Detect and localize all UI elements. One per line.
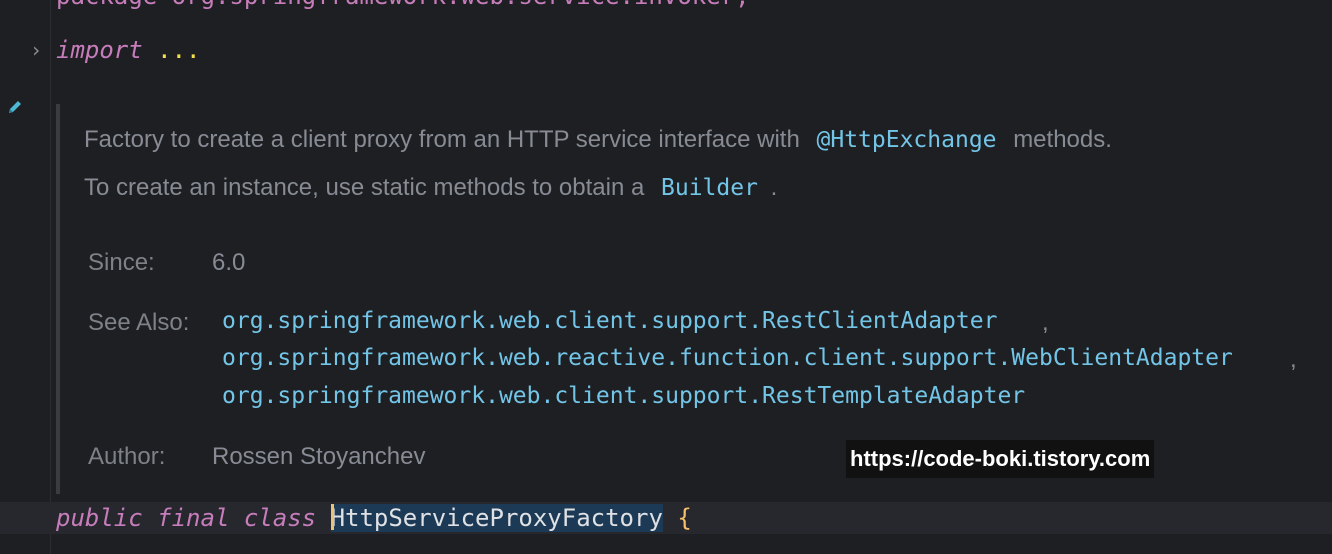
author-label: Author: — [88, 443, 166, 470]
doc-summary-line-1: Factory to create a client proxy from an… — [84, 126, 1112, 154]
see-also-label: See Also: — [88, 309, 190, 336]
doc-summary-line-2: To create an instance, use static method… — [84, 174, 777, 202]
text-cursor — [330, 504, 334, 530]
doc-text-segment: methods. — [1013, 126, 1112, 153]
httpexchange-link[interactable]: @HttpExchange — [817, 127, 997, 153]
fold-toggle-icon[interactable]: › — [26, 38, 46, 62]
pencil-icon[interactable] — [6, 98, 24, 116]
doc-text-segment: To create an instance, use static method… — [84, 174, 645, 201]
javadoc-rendered-block — [56, 104, 1332, 494]
builder-link[interactable]: Builder — [661, 175, 758, 201]
import-statement[interactable]: import ... — [56, 36, 201, 64]
folded-imports[interactable]: ... — [157, 36, 200, 64]
see-also-link-webclient-adapter[interactable]: org.springframework.web.reactive.functio… — [222, 345, 1233, 371]
editor-gutter-divider — [50, 0, 51, 554]
see-also-separator: , — [1042, 309, 1049, 336]
class-name[interactable]: HttpServiceProxyFactory — [330, 504, 663, 532]
open-brace: { — [677, 504, 692, 532]
since-value: 6.0 — [212, 249, 246, 276]
import-keyword: import — [56, 36, 143, 64]
see-also-separator: , — [1290, 346, 1297, 373]
class-keyword: class — [243, 504, 317, 532]
see-also-link-rest-template-adapter[interactable]: org.springframework.web.client.support.R… — [222, 383, 1025, 409]
author-value: Rossen Stoyanchev — [212, 443, 426, 470]
doc-text-segment: Factory to create a client proxy from an… — [84, 126, 800, 153]
watermark-url: https://code-boki.tistory.com — [846, 440, 1155, 478]
since-label: Since: — [88, 249, 155, 276]
public-keyword: public — [56, 504, 143, 532]
doc-text-segment: . — [770, 174, 778, 201]
see-also-link-rest-client-adapter[interactable]: org.springframework.web.client.support.R… — [222, 308, 997, 334]
class-declaration[interactable]: public final class HttpServiceProxyFacto… — [56, 502, 692, 534]
partial-code-line: package org.springframework.web.service.… — [56, 0, 750, 10]
final-keyword: final — [157, 504, 230, 532]
